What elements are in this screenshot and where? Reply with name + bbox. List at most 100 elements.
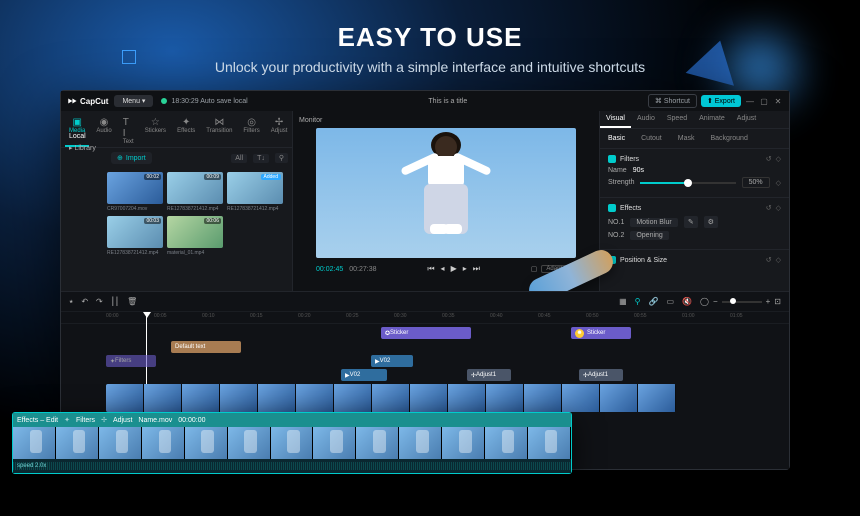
import-button[interactable]: ⊕ Import: [111, 152, 152, 164]
subtab-basic[interactable]: Basic: [600, 133, 633, 144]
timeline-toolbar: ⭑ ↶ ↷ ⎮⎮ 🗑 ▦ ⚲ 🔗 ▭ 🔇 ◯ − + ⊡: [61, 292, 789, 312]
right-tabs: VisualAudioSpeedAnimateAdjust: [600, 111, 789, 129]
zoom-fit-icon[interactable]: ⊡: [774, 297, 781, 306]
sticker-clip[interactable]: ✪ Sticker: [381, 327, 471, 339]
tab-text[interactable]: T IText: [119, 115, 138, 147]
ruler-tick: 00:55: [634, 313, 647, 319]
preview-icon[interactable]: ▭: [666, 297, 674, 306]
float-time: 00:00:00: [178, 417, 205, 424]
effect-name[interactable]: Opening: [630, 231, 668, 240]
mute-icon[interactable]: 🔇: [682, 297, 692, 306]
ruler-tick: 00:25: [346, 313, 359, 319]
float-adjust: Adjust: [113, 417, 132, 424]
adjust-clip[interactable]: ✢ Adjust1: [467, 369, 511, 381]
ruler-tick: 00:10: [202, 313, 215, 319]
effect-no: NO.1: [608, 219, 624, 226]
reset-icon[interactable]: ↺: [766, 155, 772, 163]
filter-all[interactable]: All: [231, 154, 247, 163]
video-preview[interactable]: [316, 128, 576, 258]
media-thumb[interactable]: 00:06material_01.mp4: [167, 216, 223, 256]
video-overlay-clip[interactable]: ▶ V02: [371, 355, 413, 367]
strength-value[interactable]: 50%: [742, 177, 770, 188]
effects-checkbox[interactable]: [608, 204, 616, 212]
zoom-out-icon[interactable]: ◯: [700, 297, 709, 306]
snap-icon[interactable]: ⚲: [635, 297, 641, 306]
media-thumb[interactable]: 00:03RE127838721412.mp4: [107, 216, 163, 256]
minimize-button[interactable]: —: [745, 97, 755, 106]
prev-frame-button[interactable]: ⏮: [427, 264, 434, 274]
subtab-mask[interactable]: Mask: [670, 133, 703, 144]
step-fwd-button[interactable]: ▸: [463, 264, 467, 274]
effect-settings-icon[interactable]: ⚙: [704, 216, 718, 228]
split-icon[interactable]: ⎮⎮: [111, 297, 119, 306]
right-tab-speed[interactable]: Speed: [661, 111, 693, 128]
decorative-frame: [122, 50, 136, 64]
right-tab-adjust[interactable]: Adjust: [731, 111, 762, 128]
sticker-clip[interactable]: ☻Sticker: [571, 327, 631, 339]
play-button[interactable]: ▶: [451, 264, 457, 274]
subtab-background[interactable]: Background: [702, 133, 755, 144]
effect-no: NO.2: [608, 232, 624, 239]
preview-quality-icon[interactable]: ▢: [531, 265, 538, 273]
export-button[interactable]: ⬆ Export: [701, 95, 741, 107]
tab-filters[interactable]: ◎Filters: [239, 115, 263, 147]
floating-clip-strip[interactable]: Effects – Edit ✦ Filters ✢ Adjust Name.m…: [12, 412, 572, 474]
main-video-clip[interactable]: [106, 384, 676, 412]
next-frame-button[interactable]: ⏭: [473, 264, 480, 274]
video-overlay-clip[interactable]: ▶ V02: [341, 369, 387, 381]
redo-icon[interactable]: ↷: [96, 297, 103, 306]
autosave-text: 18:30:29 Auto save local: [171, 98, 247, 105]
playback-bar: 00:02:45 00:27:38 ⏮ ◂ ▶ ▸ ⏭ ▢ Adapt ⛶: [316, 264, 576, 274]
capcut-icon: [67, 96, 77, 106]
media-panel: ▣Media◉AudioT IText☆Stickers✦Effects⋈Tra…: [61, 111, 293, 291]
strength-slider[interactable]: [640, 182, 735, 184]
effect-edit-icon[interactable]: ✎: [684, 216, 698, 228]
keyframe-icon[interactable]: ◇: [776, 204, 781, 212]
keyframe-icon[interactable]: ◇: [776, 179, 781, 187]
shortcut-button[interactable]: ⌘ Shortcut: [648, 94, 697, 108]
tab-transition[interactable]: ⋈Transition: [202, 115, 236, 147]
media-thumb[interactable]: 00:09RE127838721412.mp4: [167, 172, 223, 212]
media-thumb[interactable]: AddedRE127838721412.mp4: [227, 172, 283, 212]
filters-clip[interactable]: ✦ Filters: [106, 355, 156, 367]
ruler-tick: 00:05: [154, 313, 167, 319]
tab-stickers[interactable]: ☆Stickers: [141, 115, 170, 147]
sort-button[interactable]: T↓: [253, 154, 269, 163]
reset-icon[interactable]: ↺: [766, 256, 772, 264]
right-tab-animate[interactable]: Animate: [693, 111, 731, 128]
right-tab-visual[interactable]: Visual: [600, 111, 631, 128]
timeline-ruler[interactable]: 00:0000:0500:1000:1500:2000:2500:3000:35…: [61, 312, 789, 324]
filters-checkbox[interactable]: [608, 155, 616, 163]
text-clip[interactable]: Default text: [171, 341, 241, 353]
keyframe-icon[interactable]: ◇: [776, 256, 781, 264]
menu-button[interactable]: Menu ▾: [114, 95, 153, 107]
delete-icon[interactable]: 🗑: [127, 297, 137, 306]
zoom-slider[interactable]: [722, 301, 762, 303]
ruler-tick: 00:45: [538, 313, 551, 319]
media-thumb[interactable]: 00:02CR97007204.mov: [107, 172, 163, 212]
subtab-cutout[interactable]: Cutout: [633, 133, 670, 144]
link-icon[interactable]: 🔗: [649, 297, 659, 306]
keyframe-icon[interactable]: ◇: [776, 155, 781, 163]
select-tool-icon[interactable]: ⭑: [69, 297, 73, 307]
sidebar-item-local[interactable]: Local: [65, 131, 105, 142]
project-title[interactable]: This is a title: [248, 98, 648, 105]
maximize-button[interactable]: ▢: [759, 97, 769, 106]
right-tab-audio[interactable]: Audio: [631, 111, 661, 128]
sidebar-item-library[interactable]: ▸ Library: [65, 142, 105, 154]
reset-icon[interactable]: ↺: [766, 204, 772, 212]
step-back-button[interactable]: ◂: [441, 264, 445, 274]
effect-name[interactable]: Motion Blur: [630, 218, 677, 227]
tab-adjust[interactable]: ✢Adjust: [267, 115, 292, 147]
total-time: 00:27:38: [349, 266, 376, 273]
float-frames: [13, 427, 571, 459]
close-button[interactable]: ✕: [773, 97, 783, 106]
zoom-minus-icon[interactable]: −: [713, 297, 718, 306]
tool-icon[interactable]: ▦: [619, 297, 627, 306]
tab-effects[interactable]: ✦Effects: [173, 115, 199, 147]
titlebar: CapCut Menu ▾ 18:30:29 Auto save local T…: [61, 91, 789, 111]
adjust-clip[interactable]: ✢ Adjust1: [579, 369, 623, 381]
search-icon[interactable]: ⚲: [275, 153, 288, 163]
undo-icon[interactable]: ↶: [81, 297, 88, 306]
zoom-plus-icon[interactable]: +: [766, 297, 771, 306]
